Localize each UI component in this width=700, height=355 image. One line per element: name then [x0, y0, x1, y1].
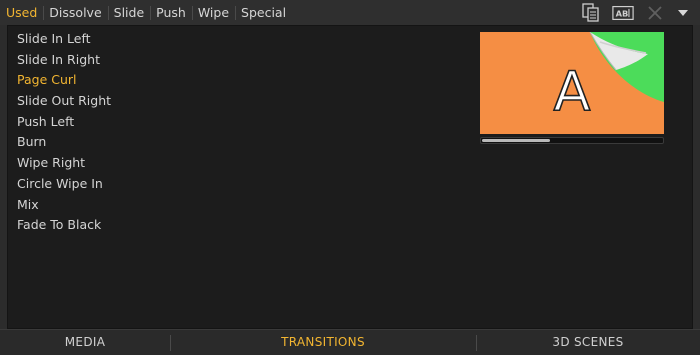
preview-letter: A — [554, 60, 591, 123]
transitions-panel: Slide In Left Slide In Right Page Curl S… — [7, 25, 693, 329]
svg-text:AB: AB — [616, 9, 629, 19]
tab-wipe[interactable]: Wipe — [191, 0, 235, 25]
close-icon[interactable] — [644, 3, 666, 23]
tab-special[interactable]: Special — [235, 0, 292, 25]
tab-used[interactable]: Used — [0, 0, 43, 25]
preview-progress-fill — [482, 139, 551, 142]
top-bar: Used Dissolve Slide Push Wipe Special AB — [0, 0, 700, 25]
list-item-wipe-right[interactable]: Wipe Right — [17, 153, 111, 174]
tab-dissolve[interactable]: Dissolve — [43, 0, 107, 25]
list-item-page-curl[interactable]: Page Curl — [17, 70, 111, 91]
list-item-slide-out-right[interactable]: Slide Out Right — [17, 91, 111, 112]
list-item-slide-in-right[interactable]: Slide In Right — [17, 50, 111, 71]
list-item-fade-to-black[interactable]: Fade To Black — [17, 215, 111, 236]
list-item-mix[interactable]: Mix — [17, 195, 111, 216]
preview-progress-bar[interactable] — [480, 137, 664, 144]
list-item-push-left[interactable]: Push Left — [17, 112, 111, 133]
toolbar: AB — [580, 2, 690, 24]
transition-preview: A — [480, 32, 664, 134]
bottom-tab-bar: MEDIA TRANSITIONS 3D SCENES — [0, 329, 700, 355]
text-ab-icon[interactable]: AB — [612, 3, 634, 23]
list-item-circle-wipe-in[interactable]: Circle Wipe In — [17, 174, 111, 195]
transition-list: Slide In Left Slide In Right Page Curl S… — [17, 29, 111, 236]
list-item-slide-in-left[interactable]: Slide In Left — [17, 29, 111, 50]
chevron-down-icon[interactable] — [676, 3, 690, 23]
tab-transitions[interactable]: TRANSITIONS — [170, 330, 476, 355]
tab-media[interactable]: MEDIA — [0, 330, 170, 355]
copy-icon[interactable] — [580, 3, 602, 23]
category-tabs: Used Dissolve Slide Push Wipe Special — [0, 0, 292, 25]
tab-slide[interactable]: Slide — [107, 0, 151, 25]
tab-3d-scenes[interactable]: 3D SCENES — [476, 330, 700, 355]
tab-push[interactable]: Push — [150, 0, 192, 25]
list-item-burn[interactable]: Burn — [17, 132, 111, 153]
